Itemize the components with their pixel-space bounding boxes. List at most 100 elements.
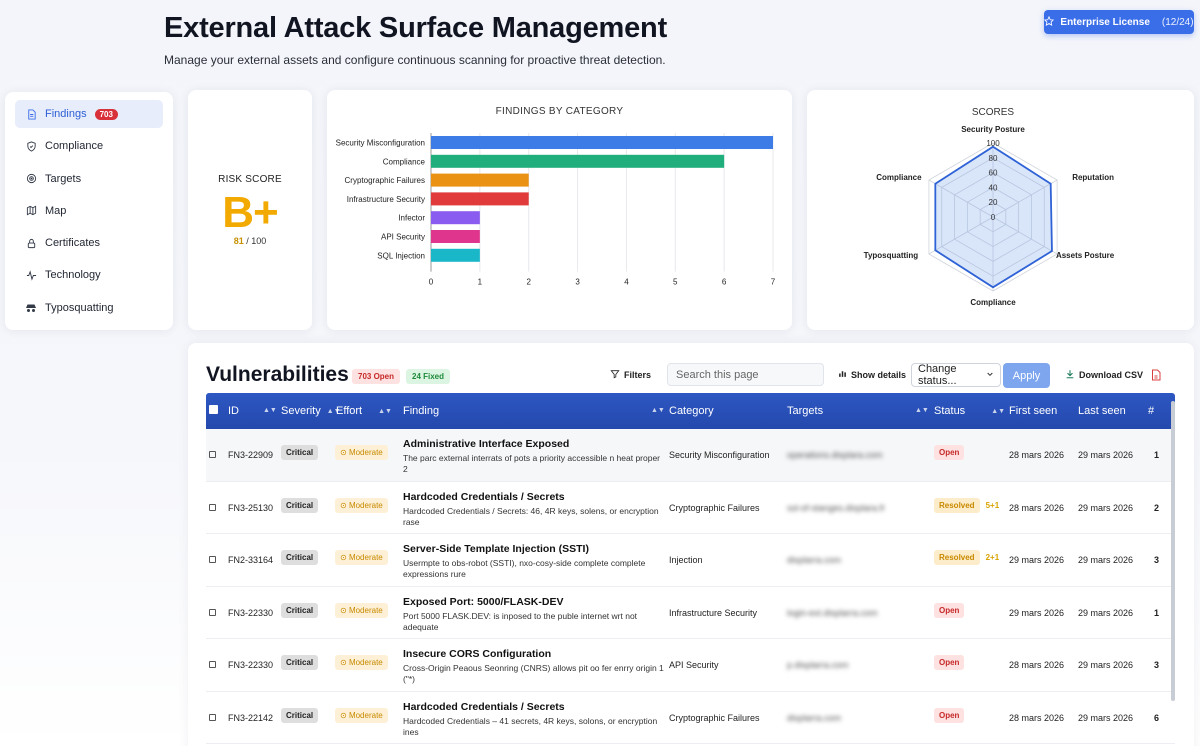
finding-title[interactable]: Insecure CORS Configuration [403, 648, 665, 660]
effort-label: Moderate [348, 710, 383, 720]
scores-card: SCORES 0 20 40 60 80 100 Security Posture Reputa… [807, 90, 1194, 330]
table-row[interactable]: FN3-25130 Critical ⊙ Moderate Hardcoded Cre… [206, 482, 1175, 534]
sort-icon[interactable]: ▲▼ [651, 407, 665, 414]
finding-description: Cross-Origin Peaous Seonring (CNRS) allo… [403, 663, 664, 684]
finding-cell[interactable]: Exposed Port: 5000/FLASK-DEV Port 5000 FL… [403, 596, 665, 633]
column-header-status[interactable]: Status ▲▼ [934, 405, 1005, 417]
column-header-id[interactable]: ID [228, 405, 239, 417]
findings-count-badge: 703 [94, 108, 118, 120]
severity-cell: Critical [281, 707, 319, 723]
sort-icon[interactable]: ▲▼ [263, 407, 277, 414]
count-cell: 1 [1154, 450, 1160, 460]
effort-label: Moderate [348, 553, 383, 562]
finding-id[interactable]: FN3-25130 [228, 503, 273, 513]
finding-id[interactable]: FN3-22142 [228, 713, 273, 723]
finding-title[interactable]: Administrative Interface Exposed [403, 438, 665, 450]
finding-cell[interactable]: Hardcoded Credentials / Secrets Hardcoded… [403, 701, 665, 738]
column-header-severity[interactable]: Severity ▲▼ [281, 405, 341, 417]
severity-cell: Critical [281, 602, 319, 618]
sidebar-item-technology[interactable]: Technology [15, 261, 163, 289]
table-row[interactable]: FN3-22330 Critical ⊙ Moderate Exposed Port:… [206, 587, 1175, 639]
column-header-finding[interactable]: Finding [403, 405, 439, 417]
risk-score-card: RISK SCORE B+ 81 / 100 [188, 90, 312, 330]
filter-icon [610, 369, 620, 381]
change-status-select[interactable]: Change status... [911, 363, 1001, 387]
effort-cell: ⊙ Moderate [335, 707, 388, 723]
row-checkbox[interactable] [209, 660, 216, 670]
enterprise-license-button[interactable]: Enterprise License (12/24) [1044, 10, 1194, 34]
row-checkbox[interactable] [209, 555, 216, 565]
column-header-first-seen[interactable]: First seen [1009, 405, 1057, 417]
count-cell: 1 [1154, 607, 1160, 618]
table-scrollbar[interactable] [1171, 401, 1175, 701]
status-delta: 2+1 [985, 553, 1000, 562]
first-seen-cell: 28 mars 2026 [1009, 712, 1065, 723]
target-cell[interactable]: operations.displara.com [787, 450, 883, 460]
select-all-checkbox[interactable] [209, 405, 218, 414]
column-header-last-seen[interactable]: Last seen [1078, 405, 1126, 417]
sidebar-item-compliance[interactable]: Compliance [15, 132, 163, 160]
page-subtitle: Manage your external assets and configur… [164, 53, 666, 67]
target-cell[interactable]: displarra.com [787, 555, 841, 565]
sidebar-item-label: Certificates [45, 237, 101, 250]
row-checkbox[interactable] [209, 608, 216, 618]
sidebar-item-findings[interactable]: Findings 703 [15, 100, 163, 128]
radar-axis-label: Assets Posture [1056, 251, 1115, 260]
target-cell[interactable]: ssl-of-stanges.displara.fr [787, 503, 885, 513]
lock-icon [25, 237, 37, 249]
apply-button[interactable]: Apply [1003, 363, 1050, 388]
sidebar-item-map[interactable]: Map [15, 197, 163, 225]
scores-title: SCORES [972, 107, 1015, 118]
finding-id[interactable]: FN3-22330 [228, 608, 273, 618]
last-seen-cell: 29 mars 2026 [1078, 555, 1134, 565]
search-input[interactable] [667, 363, 824, 386]
table-body: FN3-22909 Critical ⊙ Moderate Administrativ… [206, 429, 1175, 744]
effort-badge: ⊙ Moderate [335, 707, 388, 723]
sidebar-item-typosquatting[interactable]: Typosquatting [15, 294, 163, 322]
row-checkbox[interactable] [209, 450, 216, 460]
sidebar-item-targets[interactable]: Targets [15, 165, 163, 193]
finding-id[interactable]: FN3-22330 [228, 660, 273, 670]
radar-tick-label: 20 [989, 198, 998, 207]
sidebar-item-certificates[interactable]: Certificates [15, 229, 163, 257]
finding-cell[interactable]: Hardcoded Credentials / Secrets Hardcoded… [403, 491, 665, 528]
vulnerabilities-title: Vulnerabilities [206, 363, 349, 386]
pdf-export-icon[interactable] [1151, 368, 1161, 386]
target-cell[interactable]: displarra.com [787, 713, 841, 723]
status-cell: Open [934, 655, 970, 670]
column-header-effort[interactable]: Effort ▲▼ [336, 405, 392, 417]
finding-cell[interactable]: Administrative Interface Exposed The parc… [403, 438, 665, 475]
table-row[interactable]: FN3-22142 Critical ⊙ Moderate Hardcoded Cre… [206, 692, 1175, 744]
finding-cell[interactable]: Server-Side Template Injection (SSTI) Use… [403, 543, 665, 580]
x-tick-label: 5 [673, 278, 678, 287]
vulnerabilities-table: ID ▲▼ Severity ▲▼ Effort ▲▼ Finding ▲▼ Cat… [206, 393, 1175, 744]
column-header-category[interactable]: Category [669, 405, 714, 417]
target-cell[interactable]: p.displarra.com [787, 660, 849, 670]
finding-id[interactable]: FN2-33164 [228, 555, 273, 565]
row-checkbox[interactable] [209, 503, 216, 513]
finding-title[interactable]: Hardcoded Credentials / Secrets [403, 491, 665, 503]
finding-cell[interactable]: Insecure CORS Configuration Cross-Origin … [403, 648, 665, 685]
show-details-button[interactable]: Show details [838, 369, 906, 380]
document-icon [25, 108, 37, 120]
table-row[interactable]: FN3-22909 Critical ⊙ Moderate Administrativ… [206, 429, 1175, 482]
target-cell[interactable]: login-ext.displarra.com [787, 608, 878, 618]
download-csv-button[interactable]: Download CSV [1065, 369, 1143, 381]
filters-button[interactable]: Filters [610, 369, 651, 381]
column-header-targets[interactable]: Targets [787, 405, 823, 417]
row-checkbox[interactable] [209, 713, 216, 723]
finding-title[interactable]: Exposed Port: 5000/FLASK-DEV [403, 596, 665, 608]
finding-title[interactable]: Server-Side Template Injection (SSTI) [403, 543, 665, 555]
finding-title[interactable]: Hardcoded Credentials / Secrets [403, 701, 665, 713]
clock-icon: ⊙ [340, 500, 349, 510]
column-header-count[interactable]: # [1148, 405, 1154, 417]
finding-id[interactable]: FN3-22909 [228, 450, 273, 460]
table-row[interactable]: FN3-22330 Critical ⊙ Moderate Insecure CORS… [206, 639, 1175, 692]
sort-icon[interactable]: ▲▼ [915, 407, 929, 414]
clock-icon: ⊙ [340, 710, 349, 720]
table-row[interactable]: FN2-33164 Critical ⊙ Moderate Server-Side T… [206, 534, 1175, 587]
effort-label: Moderate [348, 658, 383, 667]
x-tick-label: 3 [575, 278, 580, 287]
shield-icon [25, 140, 37, 152]
risk-score-value: 81 / 100 [188, 236, 312, 246]
